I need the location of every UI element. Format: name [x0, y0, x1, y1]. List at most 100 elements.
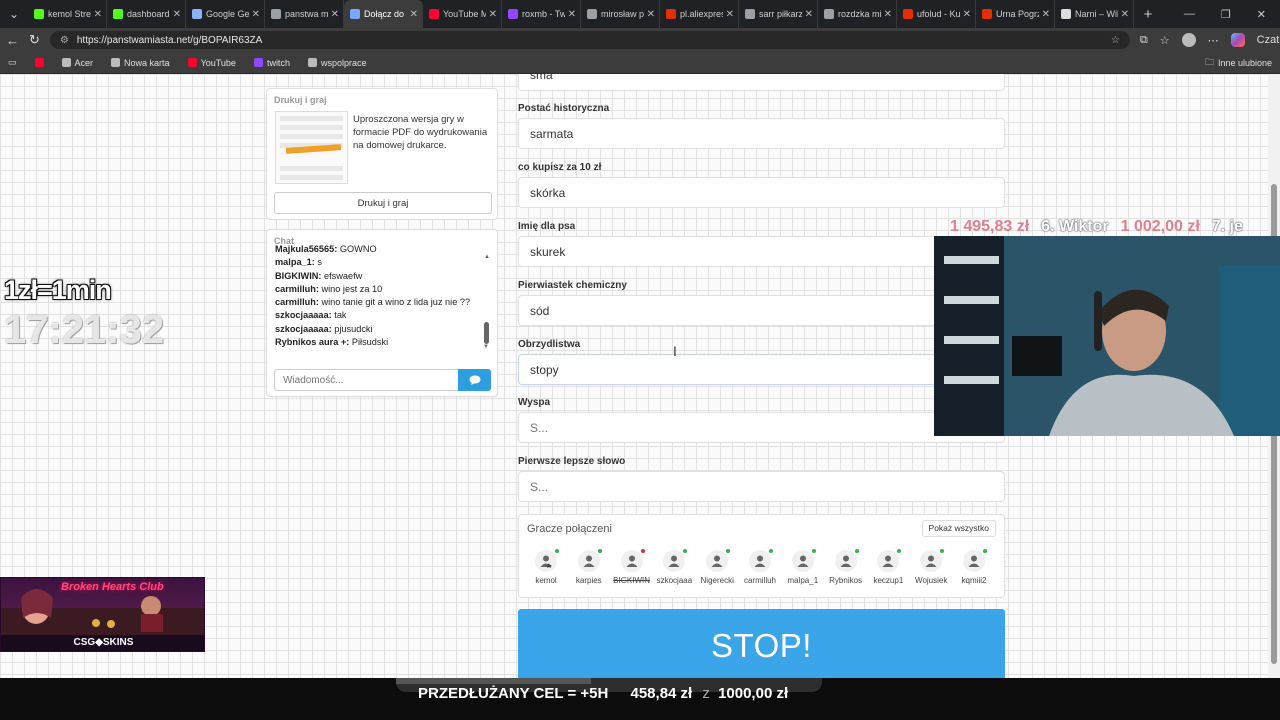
player-item[interactable]: Wojusiek	[908, 549, 954, 585]
player-item[interactable]: szkocjaaa	[651, 549, 697, 585]
chat-nick[interactable]: szkocjaaaaa:	[275, 310, 332, 320]
category-answer-input[interactable]	[518, 354, 1005, 385]
minimize-icon[interactable]: —	[1184, 8, 1195, 21]
tab-search-chevron-icon[interactable]: ⌄	[0, 0, 28, 28]
more-menu-icon[interactable]: ⋯	[1208, 34, 1219, 47]
player-item[interactable]: kemol	[523, 549, 569, 585]
chat-text: wino jest za 10	[321, 283, 383, 294]
chat-nick[interactable]: BIGKIWIN:	[275, 271, 321, 281]
print-preview-image[interactable]	[275, 111, 348, 184]
tab-close-icon[interactable]: ✕	[331, 9, 339, 20]
player-item[interactable]: Rybnikos	[823, 549, 869, 585]
bookmark-item[interactable]: Acer	[61, 58, 93, 68]
chat-text: efswaefw	[324, 270, 363, 281]
bookmarks-menu-icon[interactable]: ▭	[8, 57, 17, 68]
browser-tab[interactable]: rozdzka mi ✕	[818, 0, 897, 28]
tab-close-icon[interactable]: ✕	[1121, 9, 1129, 20]
player-item[interactable]: malpa_1	[780, 549, 826, 585]
player-item[interactable]: Nigerecki	[694, 549, 740, 585]
player-item[interactable]: keczup1	[865, 549, 911, 585]
browser-tab[interactable]: kemol Strea✕	[28, 0, 107, 28]
bookmark-item[interactable]: wspolprace	[307, 58, 366, 68]
print-and-play-button[interactable]: Drukuj i graj	[274, 192, 492, 214]
player-avatar	[535, 549, 559, 572]
tab-close-icon[interactable]: ✕	[884, 9, 892, 20]
tab-close-icon[interactable]: ✕	[173, 9, 181, 20]
browser-tab[interactable]: YouTube M ✕	[423, 0, 502, 28]
tab-close-icon[interactable]: ✕	[647, 9, 655, 20]
favorites-icon[interactable]: ☆	[1160, 34, 1170, 47]
player-item[interactable]: carmilluh	[737, 549, 783, 585]
category-answer-input[interactable]	[518, 471, 1005, 502]
scroll-up-icon[interactable]: ▲	[483, 254, 491, 260]
bookmark-item[interactable]: Nowa karta	[111, 58, 170, 68]
browser-tab[interactable]: ufolud - Ku ✕	[897, 0, 976, 28]
back-icon[interactable]: ←	[6, 33, 19, 48]
show-all-players-button[interactable]: Pokaż wszystko	[921, 520, 996, 537]
tab-close-icon[interactable]: ✕	[94, 9, 102, 20]
browser-tab[interactable]: Urna Pogrz ✕	[976, 0, 1055, 28]
browser-tab[interactable]: roxmb - Tw ✕	[502, 0, 581, 28]
tab-close-icon[interactable]: ✕	[726, 9, 734, 20]
reload-icon[interactable]: ↻	[29, 32, 40, 48]
chat-scroll-thumb[interactable]	[484, 322, 489, 344]
browser-tab[interactable]: Dołącz do ✕	[344, 0, 423, 28]
goal-text: PRZEDŁUŻANY CEL = +5H 458,84 zł z 1000,0…	[418, 685, 806, 702]
sponsor-banner[interactable]: Broken Hearts Club CSG◆SKINS	[0, 577, 205, 652]
bookmark-favicon-icon	[111, 58, 121, 67]
restore-icon[interactable]: ❐	[1221, 8, 1231, 21]
tab-close-icon[interactable]: ✕	[963, 9, 971, 20]
chat-nick[interactable]: carmilluh:	[275, 297, 319, 307]
player-item[interactable]: karpies	[566, 549, 612, 585]
category-answer-input[interactable]	[518, 118, 1005, 149]
other-bookmarks[interactable]: 🗀 Inne ulubione	[1205, 55, 1272, 71]
category-answer-input[interactable]	[518, 236, 1005, 267]
category-answer-input[interactable]	[518, 295, 1005, 326]
new-tab-button[interactable]: +	[1134, 6, 1162, 23]
category-answer-input[interactable]	[518, 177, 1005, 208]
browser-tab[interactable]: pl.aliexpres ✕	[660, 0, 739, 28]
chat-log[interactable]: Majkula56565: GOWNO malpa_1: s BIGKIWIN: e…	[275, 243, 483, 351]
chat-message-input[interactable]	[274, 369, 459, 391]
player-item[interactable]: BIGKIWIN	[609, 549, 655, 585]
close-window-icon[interactable]: ✕	[1257, 8, 1266, 21]
tab-close-icon[interactable]: ✕	[489, 9, 497, 20]
site-info-icon[interactable]: ⚙	[60, 35, 69, 46]
scroll-down-icon[interactable]: ▼	[483, 344, 489, 350]
player-item[interactable]: kqmiii2	[951, 549, 997, 585]
copilot-label[interactable]: Czat	[1257, 34, 1280, 46]
partial-field-value[interactable]: sma	[518, 74, 1005, 91]
extensions-icon[interactable]: ⧉	[1140, 34, 1148, 47]
print-panel-title: Drukuj i graj	[274, 95, 327, 105]
bookmark-item[interactable]: YouTube	[187, 58, 236, 68]
stop-button[interactable]: STOP!	[518, 609, 1005, 684]
tab-close-icon[interactable]: ✕	[1042, 9, 1050, 20]
tab-close-icon[interactable]: ✕	[410, 9, 418, 20]
chat-nick[interactable]: Majkula56565:	[275, 244, 337, 254]
tab-close-icon[interactable]: ✕	[568, 9, 576, 20]
tab-close-icon[interactable]: ✕	[252, 9, 260, 20]
browser-tab[interactable]: Narni – Wik ✕	[1055, 0, 1134, 28]
category-answer-input[interactable]	[518, 412, 1005, 443]
browser-tab[interactable]: panstwa mi ✕	[265, 0, 344, 28]
profile-avatar[interactable]	[1181, 33, 1196, 47]
player-status-dot	[940, 549, 945, 553]
browser-tab[interactable]: Google Gem✕	[186, 0, 265, 28]
bookmark-youtube-icon[interactable]	[34, 58, 44, 67]
browser-tab[interactable]: sarr piłkarz ✕	[739, 0, 818, 28]
chat-nick[interactable]: szkocjaaaaa:	[275, 324, 332, 334]
browser-tab[interactable]: mirosław p ✕	[581, 0, 660, 28]
chat-nick[interactable]: Rybnikos aura +:	[275, 337, 349, 347]
chat-send-button[interactable]	[458, 369, 491, 391]
chat-scrollbar[interactable]: ▲ ▼	[483, 254, 491, 354]
bookmark-star-icon[interactable]: ☆	[1111, 35, 1120, 46]
player-status-dot	[555, 549, 559, 553]
chat-nick[interactable]: carmilluh:	[275, 284, 319, 294]
tab-close-icon[interactable]: ✕	[805, 9, 813, 20]
bookmark-item[interactable]: twitch	[253, 58, 290, 68]
browser-tab[interactable]: dashboard ✕	[107, 0, 186, 28]
url-field[interactable]: ⚙ https://panstwamiasta.net/g/BOPAIR63ZA…	[49, 31, 1130, 49]
copilot-icon[interactable]	[1230, 33, 1245, 47]
donation-rate-overlay: 1zł=1min	[4, 275, 112, 305]
chat-nick[interactable]: malpa_1:	[275, 257, 315, 267]
